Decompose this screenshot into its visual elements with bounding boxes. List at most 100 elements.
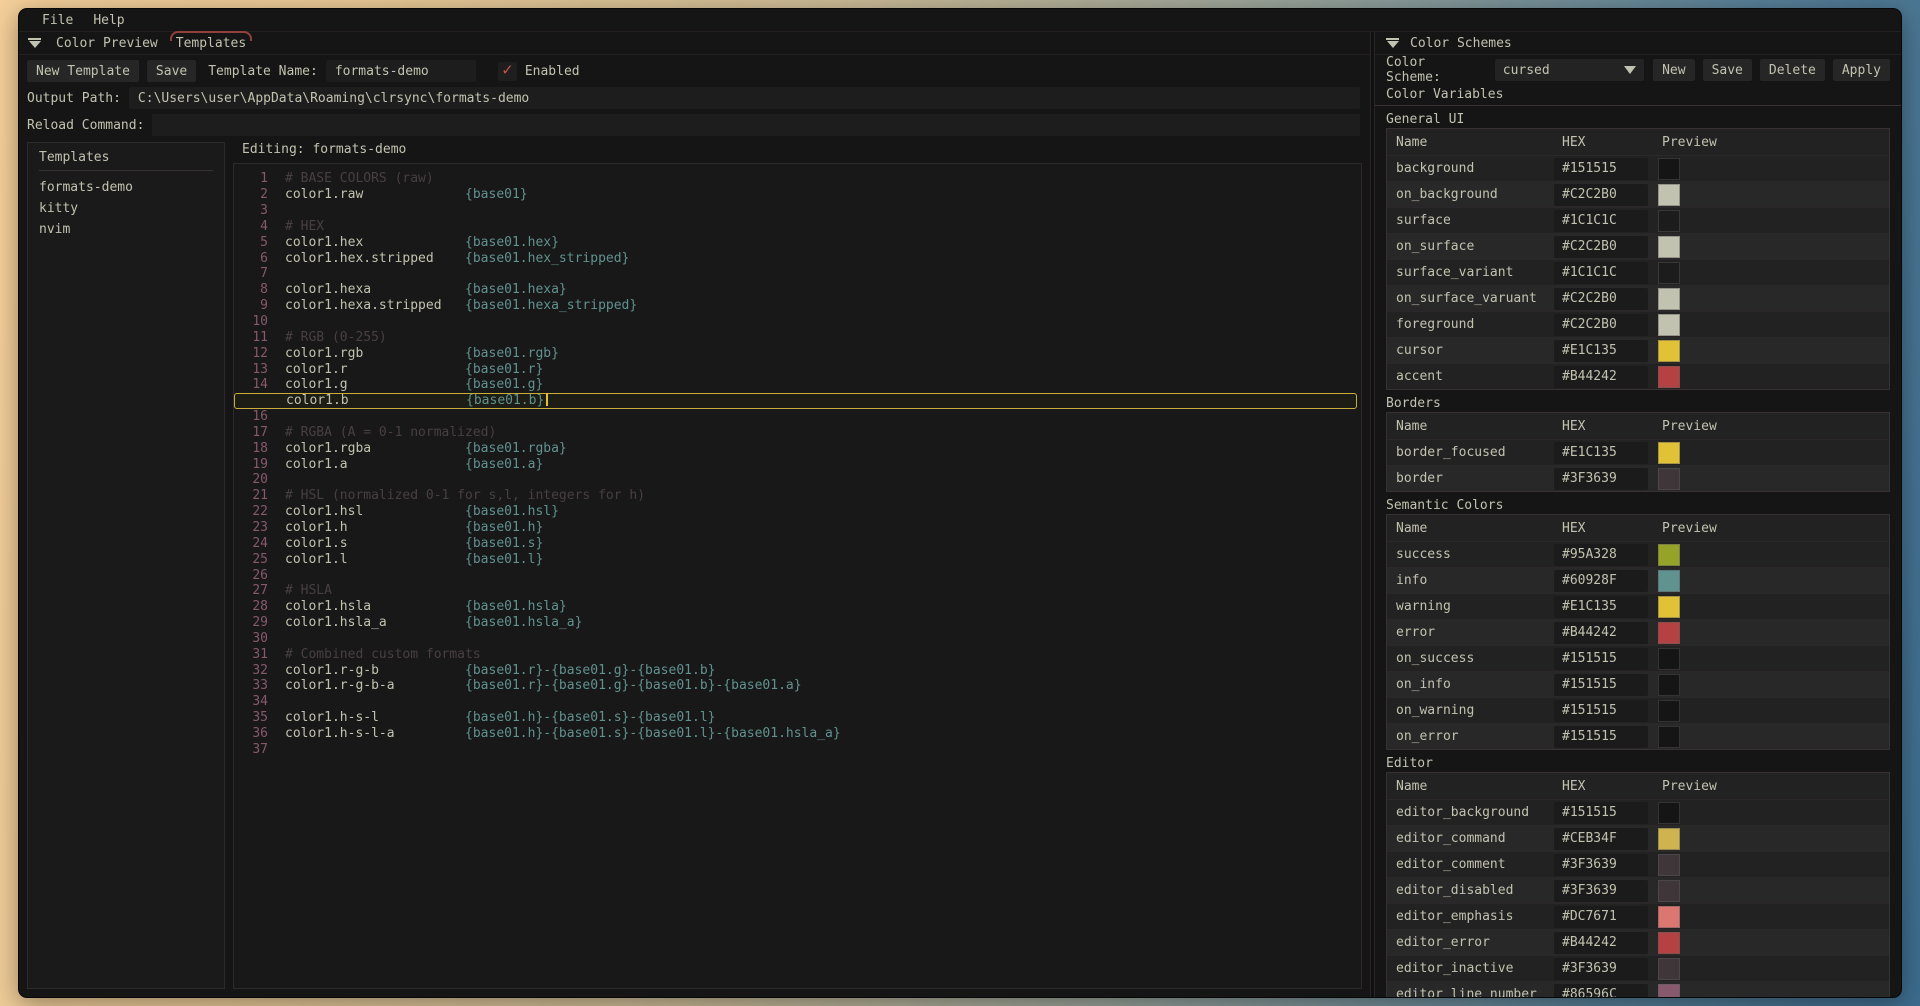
- color-preview-swatch[interactable]: [1658, 314, 1680, 336]
- hex-value-input[interactable]: #3F3639: [1554, 958, 1648, 980]
- scheme-delete-button[interactable]: Delete: [1760, 59, 1825, 81]
- editor-line[interactable]: 22color1.hsl {base01.hsl}: [234, 504, 1361, 520]
- new-template-button[interactable]: New Template: [27, 60, 139, 82]
- color-preview-swatch[interactable]: [1658, 442, 1680, 464]
- template-list-item[interactable]: nvim: [39, 219, 213, 240]
- scheme-new-button[interactable]: New: [1653, 59, 1694, 81]
- enabled-checkbox[interactable]: ✓: [498, 62, 517, 81]
- editor-line[interactable]: 21# HSL (normalized 0-1 for s,l, integer…: [234, 488, 1361, 504]
- template-list-item[interactable]: kitty: [39, 198, 213, 219]
- editor-line[interactable]: 3: [234, 203, 1361, 219]
- editor-line[interactable]: 9color1.hexa.stripped {base01.hexa_strip…: [234, 298, 1361, 314]
- editor-line[interactable]: 16: [234, 409, 1361, 425]
- hex-value-input[interactable]: #151515: [1554, 648, 1648, 670]
- hex-value-input[interactable]: #151515: [1554, 700, 1648, 722]
- editor-line[interactable]: 7: [234, 266, 1361, 282]
- editor-line[interactable]: 37: [234, 741, 1361, 757]
- hex-value-input[interactable]: #C2C2B0: [1554, 184, 1648, 206]
- color-preview-swatch[interactable]: [1658, 570, 1680, 592]
- editor-line[interactable]: 33color1.r-g-b-a {base01.r}-{base01.g}-{…: [234, 678, 1361, 694]
- hex-value-input[interactable]: #E1C135: [1554, 442, 1648, 464]
- hex-value-input[interactable]: #C2C2B0: [1554, 236, 1648, 258]
- editor-line[interactable]: 5color1.hex {base01.hex}: [234, 234, 1361, 250]
- color-scheme-select[interactable]: cursed: [1495, 59, 1644, 81]
- color-preview-swatch[interactable]: [1658, 340, 1680, 362]
- color-preview-swatch[interactable]: [1658, 648, 1680, 670]
- editor-line[interactable]: 10: [234, 314, 1361, 330]
- color-preview-swatch[interactable]: [1658, 262, 1680, 284]
- editor-line[interactable]: 32color1.r-g-b {base01.r}-{base01.g}-{ba…: [234, 662, 1361, 678]
- editor-line[interactable]: 29color1.hsla_a {base01.hsla_a}: [234, 615, 1361, 631]
- color-preview-swatch[interactable]: [1658, 622, 1680, 644]
- editor-line[interactable]: 4# HEX: [234, 219, 1361, 235]
- editor-line[interactable]: 34: [234, 694, 1361, 710]
- hex-value-input[interactable]: #3F3639: [1554, 880, 1648, 902]
- hex-value-input[interactable]: #DC7671: [1554, 906, 1648, 928]
- tab-color-preview[interactable]: Color Preview: [53, 34, 161, 53]
- editor-line[interactable]: 31# Combined custom formats: [234, 646, 1361, 662]
- hex-value-input[interactable]: #95A328: [1554, 544, 1648, 566]
- color-preview-swatch[interactable]: [1658, 854, 1680, 876]
- color-preview-swatch[interactable]: [1658, 726, 1680, 748]
- color-preview-swatch[interactable]: [1658, 802, 1680, 824]
- hex-value-input[interactable]: #151515: [1554, 674, 1648, 696]
- editor-line[interactable]: 12color1.rgb {base01.rgb}: [234, 345, 1361, 361]
- color-preview-swatch[interactable]: [1658, 288, 1680, 310]
- color-preview-swatch[interactable]: [1658, 984, 1680, 998]
- hex-value-input[interactable]: #CEB34F: [1554, 828, 1648, 850]
- editor-line[interactable]: 1# BASE COLORS (raw): [234, 171, 1361, 187]
- color-preview-swatch[interactable]: [1658, 932, 1680, 954]
- editor-line[interactable]: 23color1.h {base01.h}: [234, 520, 1361, 536]
- color-preview-swatch[interactable]: [1658, 674, 1680, 696]
- editor-line[interactable]: 25color1.l {base01.l}: [234, 551, 1361, 567]
- editor-line[interactable]: 27# HSLA: [234, 583, 1361, 599]
- color-preview-swatch[interactable]: [1658, 468, 1680, 490]
- editor-line[interactable]: 19color1.a {base01.a}: [234, 456, 1361, 472]
- menu-item-file[interactable]: File: [33, 12, 82, 29]
- hex-value-input[interactable]: #E1C135: [1554, 340, 1648, 362]
- tab-templates[interactable]: Templates: [173, 34, 249, 53]
- hex-value-input[interactable]: #B44242: [1554, 366, 1648, 388]
- hex-value-input[interactable]: #E1C135: [1554, 596, 1648, 618]
- hex-value-input[interactable]: #151515: [1554, 802, 1648, 824]
- color-preview-swatch[interactable]: [1658, 828, 1680, 850]
- editor-line[interactable]: 11# RGB (0-255): [234, 329, 1361, 345]
- color-preview-swatch[interactable]: [1658, 596, 1680, 618]
- color-preview-swatch[interactable]: [1658, 366, 1680, 388]
- color-preview-swatch[interactable]: [1658, 906, 1680, 928]
- color-preview-swatch[interactable]: [1658, 700, 1680, 722]
- color-preview-swatch[interactable]: [1658, 880, 1680, 902]
- hex-value-input[interactable]: #60928F: [1554, 570, 1648, 592]
- hex-value-input[interactable]: #C2C2B0: [1554, 288, 1648, 310]
- editor-line[interactable]: 24color1.s {base01.s}: [234, 535, 1361, 551]
- output-path-input[interactable]: C:\Users\user\AppData\Roaming\clrsync\fo…: [129, 87, 1360, 109]
- hex-value-input[interactable]: #3F3639: [1554, 854, 1648, 876]
- editor-line[interactable]: 8color1.hexa {base01.hexa}: [234, 282, 1361, 298]
- editor-line[interactable]: 14color1.g {base01.g}: [234, 377, 1361, 393]
- editor-line[interactable]: 2color1.raw {base01}: [234, 187, 1361, 203]
- editor-line[interactable]: 30: [234, 630, 1361, 646]
- hex-value-input[interactable]: #151515: [1554, 726, 1648, 748]
- template-list-item[interactable]: formats-demo: [39, 177, 213, 198]
- color-preview-swatch[interactable]: [1658, 158, 1680, 180]
- editor-line[interactable]: 13color1.r {base01.r}: [234, 361, 1361, 377]
- editor-line[interactable]: 35color1.h-s-l {base01.h}-{base01.s}-{ba…: [234, 710, 1361, 726]
- reload-command-input[interactable]: [152, 114, 1360, 136]
- menu-item-help[interactable]: Help: [84, 12, 133, 29]
- hex-value-input[interactable]: #1C1C1C: [1554, 262, 1648, 284]
- hex-value-input[interactable]: #151515: [1554, 158, 1648, 180]
- editor-active-line[interactable]: color1.b {base01.b}: [234, 393, 1357, 409]
- editor-line[interactable]: 28color1.hsla {base01.hsla}: [234, 599, 1361, 615]
- hex-value-input[interactable]: #C2C2B0: [1554, 314, 1648, 336]
- color-preview-swatch[interactable]: [1658, 184, 1680, 206]
- color-preview-swatch[interactable]: [1658, 210, 1680, 232]
- scheme-apply-button[interactable]: Apply: [1833, 59, 1890, 81]
- editor-line[interactable]: 36color1.h-s-l-a {base01.h}-{base01.s}-{…: [234, 726, 1361, 742]
- template-name-input[interactable]: formats-demo: [326, 60, 476, 82]
- hex-value-input[interactable]: #1C1C1C: [1554, 210, 1648, 232]
- collapse-arrow-icon[interactable]: [1386, 38, 1399, 48]
- template-editor[interactable]: 1# BASE COLORS (raw)2color1.raw {base01}…: [233, 163, 1362, 989]
- editor-line[interactable]: 20: [234, 472, 1361, 488]
- editor-line[interactable]: 6color1.hex.stripped {base01.hex_strippe…: [234, 250, 1361, 266]
- color-preview-swatch[interactable]: [1658, 544, 1680, 566]
